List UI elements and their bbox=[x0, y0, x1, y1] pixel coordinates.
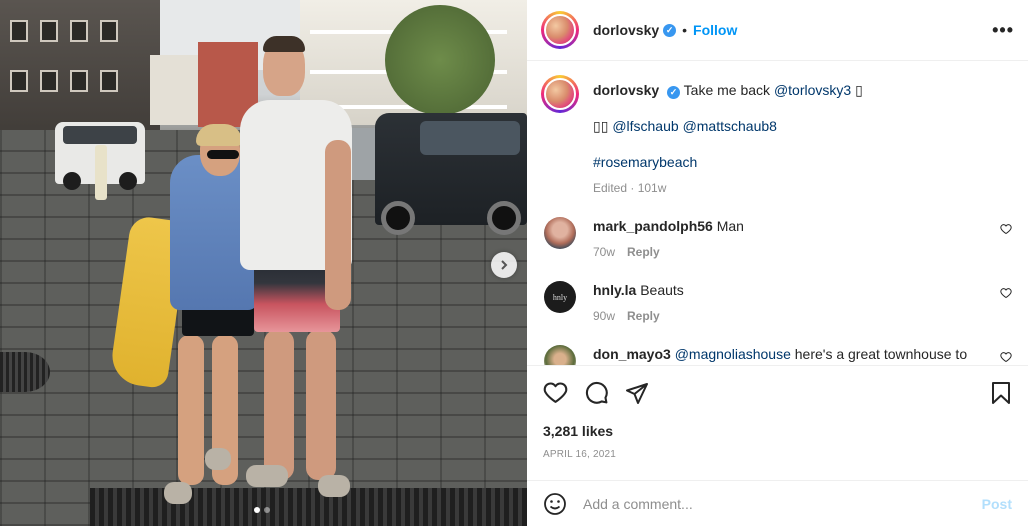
photo-man-hair bbox=[263, 36, 305, 52]
author-avatar[interactable] bbox=[541, 11, 579, 49]
commenter-avatar[interactable] bbox=[544, 345, 576, 365]
emoji-smile-icon[interactable] bbox=[543, 492, 567, 516]
caption-mention[interactable]: @mattschaub8 bbox=[683, 118, 777, 134]
comment-item: hnly hnly.la Beauts 90w Reply bbox=[541, 281, 1014, 325]
reply-button[interactable]: Reply bbox=[627, 309, 660, 323]
comment-username[interactable]: don_mayo3 bbox=[593, 346, 671, 362]
save-bookmark-icon[interactable] bbox=[990, 381, 1012, 405]
photo-grate bbox=[90, 488, 527, 526]
commenter-avatar[interactable]: hnly bbox=[544, 281, 576, 313]
photo-woman-leg bbox=[178, 335, 204, 485]
caption-username[interactable]: dorlovsky bbox=[593, 82, 659, 98]
photo-woman-hair bbox=[196, 124, 242, 146]
reply-button[interactable]: Reply bbox=[627, 245, 660, 259]
caption-emoji: ▯ bbox=[855, 82, 863, 98]
photo-tree bbox=[385, 5, 495, 115]
add-comment-input[interactable] bbox=[583, 495, 982, 512]
like-comment-heart-icon[interactable] bbox=[1000, 223, 1012, 235]
more-options-icon[interactable]: ••• bbox=[992, 20, 1014, 41]
photo-man-arm bbox=[325, 140, 351, 310]
comment-item: don_mayo3 @magnoliashouse here's a great… bbox=[541, 345, 1014, 365]
post-header: dorlovsky ✓ • Follow ••• bbox=[527, 0, 1028, 61]
comment-bubble-icon[interactable] bbox=[584, 380, 609, 405]
comment-username[interactable]: hnly.la bbox=[593, 282, 636, 298]
photo-sandal bbox=[205, 448, 231, 470]
header-separator: • bbox=[682, 22, 688, 38]
photo-man-leg bbox=[306, 330, 336, 480]
carousel-dot bbox=[264, 507, 270, 513]
like-heart-icon[interactable] bbox=[543, 380, 568, 405]
carousel-next-button[interactable] bbox=[491, 252, 517, 278]
comment-username[interactable]: mark_pandolph56 bbox=[593, 218, 713, 234]
verified-badge-icon: ✓ bbox=[667, 85, 681, 99]
post-actions: 3,281 likes APRIL 16, 2021 bbox=[527, 365, 1028, 460]
caption-emoji: ▯▯ bbox=[593, 118, 609, 134]
photo-sandal bbox=[164, 482, 192, 504]
carousel-dot bbox=[254, 507, 260, 513]
comment-age: 70w bbox=[593, 245, 616, 259]
photo-sandal bbox=[318, 475, 350, 497]
comment-age: 90w bbox=[593, 309, 616, 323]
photo-drain bbox=[0, 352, 50, 392]
caption-avatar[interactable] bbox=[541, 75, 579, 113]
comment-item: mark_pandolph56 Man 70w Reply bbox=[541, 217, 1014, 261]
photo-bollard bbox=[95, 145, 107, 200]
chevron-right-icon bbox=[501, 260, 508, 270]
comment-text: Man bbox=[716, 218, 744, 234]
caption-text: Take me back bbox=[683, 82, 771, 98]
post-details-panel: dorlovsky ✓ • Follow ••• dorlovsky ✓ Tak… bbox=[527, 0, 1028, 526]
commenter-avatar[interactable] bbox=[544, 217, 576, 249]
verified-badge-icon: ✓ bbox=[663, 23, 677, 37]
post-date: APRIL 16, 2021 bbox=[543, 449, 617, 460]
comments-list[interactable]: dorlovsky ✓ Take me back @torlovsky3 ▯ ▯… bbox=[527, 61, 1028, 365]
photo-dark-suv bbox=[375, 113, 527, 235]
caption-meta: Edited · 101w bbox=[593, 181, 667, 195]
photo-building-mid bbox=[150, 55, 200, 125]
photo-man-leg bbox=[264, 330, 294, 480]
author-username[interactable]: dorlovsky bbox=[593, 22, 659, 38]
follow-button[interactable]: Follow bbox=[693, 22, 737, 38]
photo-sandal bbox=[246, 465, 288, 487]
comment-text: Beauts bbox=[640, 282, 684, 298]
carousel-indicator bbox=[254, 507, 270, 513]
photo-sunglasses bbox=[207, 150, 239, 159]
comment-mention[interactable]: @magnoliashouse bbox=[675, 346, 791, 362]
commenter-avatar-text: hnly bbox=[552, 292, 568, 302]
caption-hashtag[interactable]: #rosemarybeach bbox=[593, 154, 697, 170]
share-paper-plane-icon[interactable] bbox=[625, 381, 649, 405]
caption: dorlovsky ✓ Take me back @torlovsky3 ▯ ▯… bbox=[541, 75, 1014, 197]
post-photo[interactable] bbox=[0, 0, 527, 526]
like-comment-heart-icon[interactable] bbox=[1000, 287, 1012, 299]
comment-text: here's a great townhouse to bbox=[794, 346, 968, 362]
caption-mention[interactable]: @lfschaub bbox=[612, 118, 678, 134]
post-comment-button[interactable]: Post bbox=[982, 496, 1012, 512]
add-comment-bar: Post bbox=[527, 480, 1028, 526]
like-comment-heart-icon[interactable] bbox=[1000, 351, 1012, 363]
caption-mention[interactable]: @torlovsky3 bbox=[774, 82, 851, 98]
likes-count[interactable]: 3,281 likes bbox=[543, 423, 1012, 439]
